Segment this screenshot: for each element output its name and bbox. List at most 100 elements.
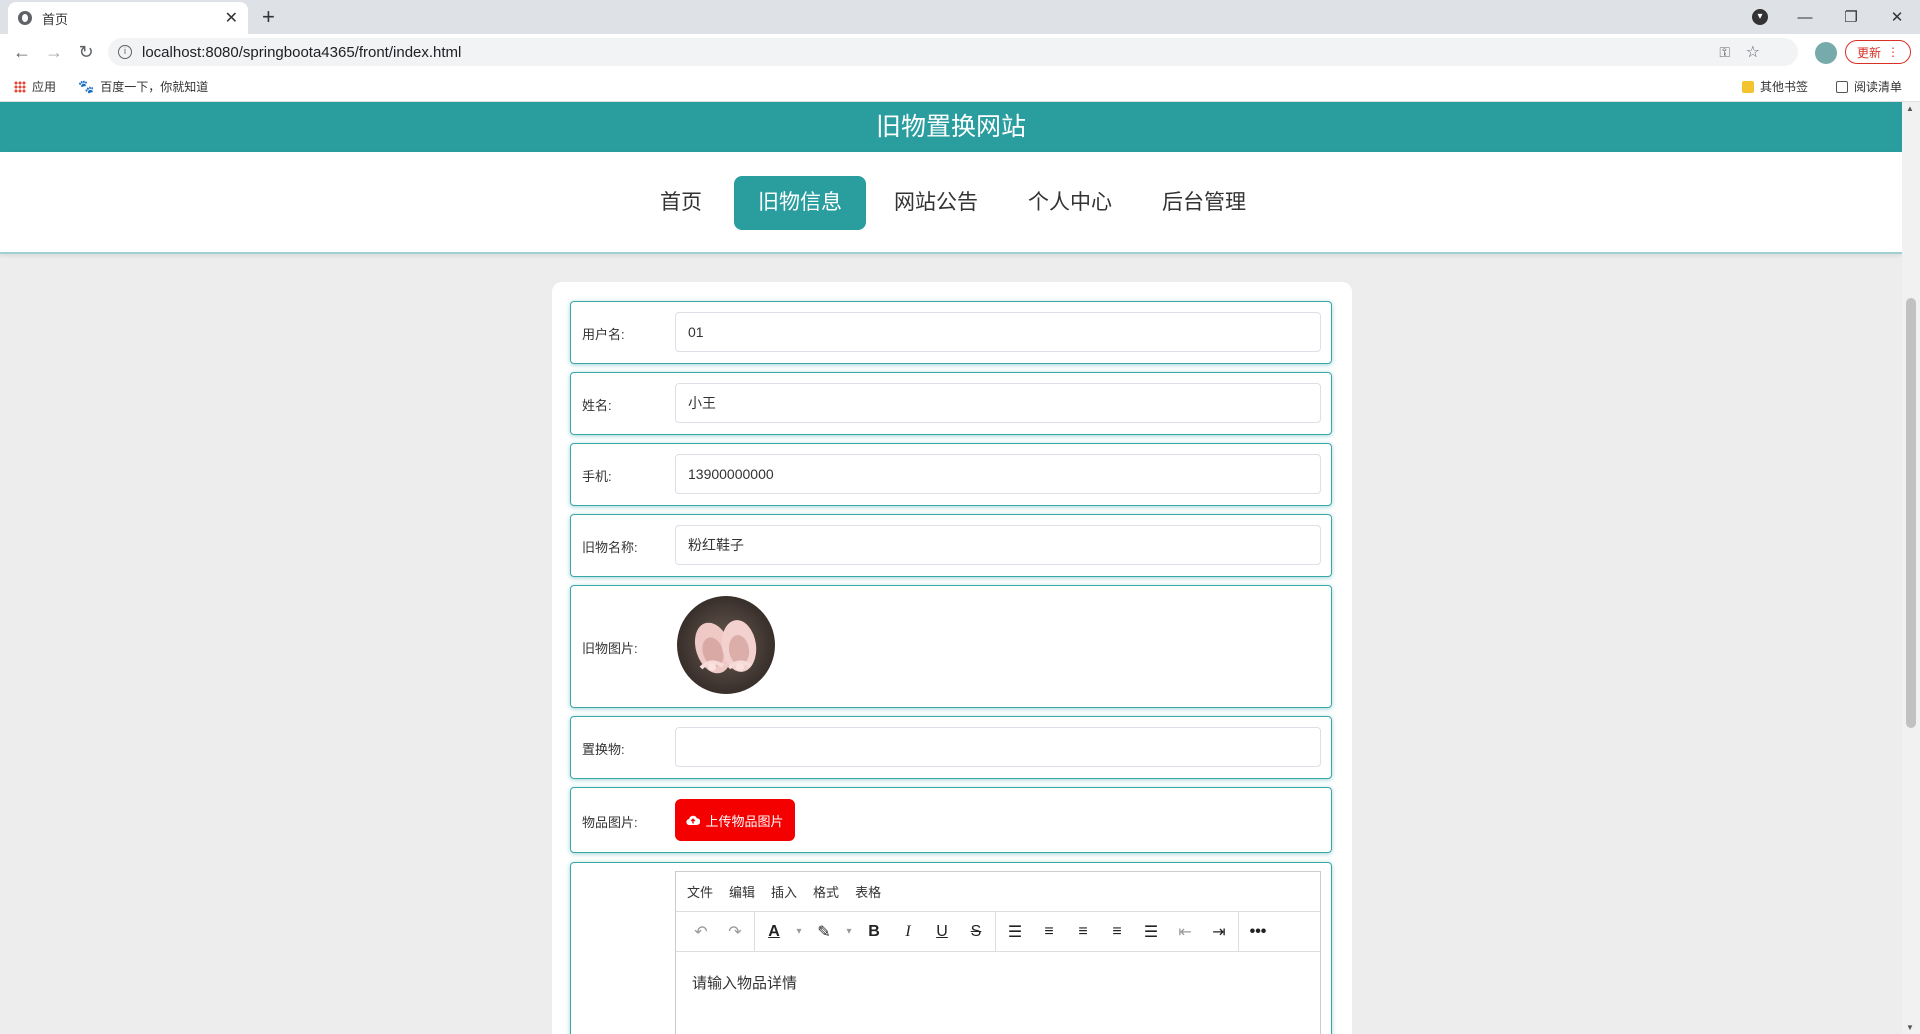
- align-center-icon[interactable]: ≡: [1066, 915, 1100, 949]
- address-bar-row: ← → ↻ i localhost:8080/springboota4365/f…: [0, 34, 1920, 70]
- bookmark-baidu[interactable]: 🐾 百度一下，你就知道: [78, 78, 208, 95]
- form-row-exchange: 置换物:: [570, 716, 1332, 779]
- reading-list-label: 阅读清单: [1854, 80, 1903, 94]
- scroll-thumb[interactable]: [1906, 298, 1916, 728]
- exchange-field[interactable]: [675, 727, 1321, 767]
- bookmark-label: 应用: [32, 80, 57, 94]
- item-name-field[interactable]: 粉红鞋子: [675, 525, 1321, 565]
- editor-content-area[interactable]: 请输入物品详情: [676, 952, 1320, 1013]
- underline-icon[interactable]: U: [925, 915, 959, 949]
- close-tab-icon[interactable]: ✕: [225, 8, 238, 28]
- phone-field[interactable]: 13900000000: [675, 454, 1321, 494]
- form-row-phone: 手机: 13900000000: [570, 443, 1332, 506]
- editor-toolbar: ↶ ↷ A ▾ ✎ ▾ B I U S ☰ ≡ ≡ ≡ ☰ ⇤ ⇥ •••: [676, 911, 1320, 952]
- bold-icon[interactable]: B: [857, 915, 891, 949]
- scroll-up-icon[interactable]: ▲: [1906, 104, 1914, 113]
- pink-shoes-image: [677, 596, 775, 694]
- key-icon[interactable]: ⚿: [1719, 44, 1730, 61]
- more-icon: ⋮: [1887, 45, 1899, 59]
- username-label: 用户名:: [582, 327, 625, 342]
- item-image-label: 旧物图片:: [582, 641, 638, 656]
- nav-item-info[interactable]: 旧物信息: [734, 176, 866, 230]
- item-image-thumbnail[interactable]: [677, 596, 775, 694]
- page-scrollbar[interactable]: ▲ ▼: [1902, 102, 1920, 1034]
- undo-icon[interactable]: ↶: [684, 915, 718, 949]
- form-row-item-image: 旧物图片:: [570, 585, 1332, 708]
- nav-home[interactable]: 首页: [650, 176, 712, 230]
- reading-list[interactable]: 阅读清单: [1836, 78, 1902, 95]
- cloud-upload-icon: [686, 815, 701, 826]
- rich-text-editor: 文件 编辑 插入 格式 表格 ↶ ↷ A ▾ ✎ ▾ B I U S ☰ ≡ ≡…: [675, 871, 1321, 1034]
- downloads-icon[interactable]: ▾: [1752, 9, 1768, 25]
- other-bookmarks[interactable]: 其他书签: [1742, 78, 1808, 95]
- italic-icon[interactable]: I: [891, 915, 925, 949]
- toolbar-divider: [754, 911, 755, 952]
- phone-label: 手机:: [582, 469, 612, 484]
- reload-button[interactable]: ↻: [74, 40, 98, 64]
- bookmark-star-icon[interactable]: ☆: [1746, 42, 1760, 62]
- browser-tab-bar: 首页 ✕ + ▾ — ❐ ✕: [0, 0, 1920, 34]
- editor-placeholder: 请输入物品详情: [692, 975, 798, 992]
- menu-edit[interactable]: 编辑: [729, 882, 755, 901]
- more-options-icon[interactable]: •••: [1241, 915, 1275, 949]
- bookmark-label: 百度一下，你就知道: [100, 80, 209, 94]
- indent-icon[interactable]: ⇥: [1202, 915, 1236, 949]
- main-nav: 首页 旧物信息 网站公告 个人中心 后台管理: [0, 152, 1902, 254]
- apps-grid-icon: [14, 80, 26, 93]
- toolbar-divider: [1238, 911, 1239, 952]
- minimize-button[interactable]: —: [1782, 0, 1828, 34]
- line-height-icon[interactable]: ☰: [998, 915, 1032, 949]
- bookmark-apps[interactable]: 应用: [14, 78, 56, 95]
- strikethrough-icon[interactable]: S: [959, 915, 993, 949]
- name-label: 姓名:: [582, 398, 612, 413]
- username-field[interactable]: 01: [675, 312, 1321, 352]
- update-label: 更新: [1856, 45, 1881, 60]
- new-tab-button[interactable]: +: [262, 4, 275, 30]
- baidu-paw-icon: 🐾: [78, 78, 95, 94]
- update-button[interactable]: 更新 ⋮: [1845, 40, 1911, 64]
- nav-personal-center[interactable]: 个人中心: [1022, 176, 1118, 230]
- redo-icon[interactable]: ↷: [718, 915, 752, 949]
- form-row-item-name: 旧物名称: 粉红鞋子: [570, 514, 1332, 577]
- chevron-down-icon[interactable]: ▾: [841, 915, 857, 949]
- nav-notice[interactable]: 网站公告: [888, 176, 984, 230]
- tab-title: 首页: [42, 11, 69, 27]
- url-input[interactable]: i localhost:8080/springboota4365/front/i…: [108, 38, 1798, 66]
- align-justify-icon[interactable]: ☰: [1134, 915, 1168, 949]
- align-left-icon[interactable]: ≡: [1032, 915, 1066, 949]
- reading-list-icon: [1836, 80, 1848, 93]
- bookmarks-bar: 应用 🐾 百度一下，你就知道 其他书签 阅读清单: [0, 70, 1920, 102]
- folder-icon: [1742, 80, 1754, 93]
- site-title: 旧物置换网站: [0, 102, 1902, 152]
- url-text: localhost:8080/springboota4365/front/ind…: [142, 43, 462, 61]
- menu-file[interactable]: 文件: [687, 882, 713, 901]
- scroll-down-icon[interactable]: ▼: [1906, 1023, 1914, 1032]
- other-bookmarks-label: 其他书签: [1760, 80, 1809, 94]
- site-info-icon[interactable]: i: [118, 45, 132, 59]
- globe-icon: [18, 11, 32, 25]
- profile-avatar[interactable]: [1815, 42, 1837, 64]
- restore-button[interactable]: ❐: [1828, 0, 1874, 34]
- highlight-color-icon[interactable]: ✎: [807, 915, 841, 949]
- browser-tab[interactable]: 首页 ✕: [8, 2, 248, 34]
- upload-goods-image-button[interactable]: 上传物品图片: [675, 799, 795, 841]
- menu-format[interactable]: 格式: [813, 882, 839, 901]
- menu-insert[interactable]: 插入: [771, 882, 797, 901]
- page-viewport: 旧物置换网站 首页 旧物信息 网站公告 个人中心 后台管理 用户名: 01 姓名…: [0, 102, 1902, 1034]
- exchange-label: 置换物:: [582, 742, 625, 757]
- align-right-icon[interactable]: ≡: [1100, 915, 1134, 949]
- form-row-details: 文件 编辑 插入 格式 表格 ↶ ↷ A ▾ ✎ ▾ B I U S ☰ ≡ ≡…: [570, 862, 1332, 1034]
- form-row-username: 用户名: 01: [570, 301, 1332, 364]
- toolbar-divider: [995, 911, 996, 952]
- forward-button[interactable]: →: [42, 40, 66, 64]
- name-field[interactable]: 小王: [675, 383, 1321, 423]
- text-color-icon[interactable]: A: [757, 915, 791, 949]
- menu-table[interactable]: 表格: [855, 882, 881, 901]
- nav-admin[interactable]: 后台管理: [1156, 176, 1252, 230]
- form-row-name: 姓名: 小王: [570, 372, 1332, 435]
- editor-menubar: 文件 编辑 插入 格式 表格: [676, 872, 1320, 912]
- close-window-button[interactable]: ✕: [1874, 0, 1920, 34]
- back-button[interactable]: ←: [10, 40, 34, 64]
- chevron-down-icon[interactable]: ▾: [791, 915, 807, 949]
- outdent-icon[interactable]: ⇤: [1168, 915, 1202, 949]
